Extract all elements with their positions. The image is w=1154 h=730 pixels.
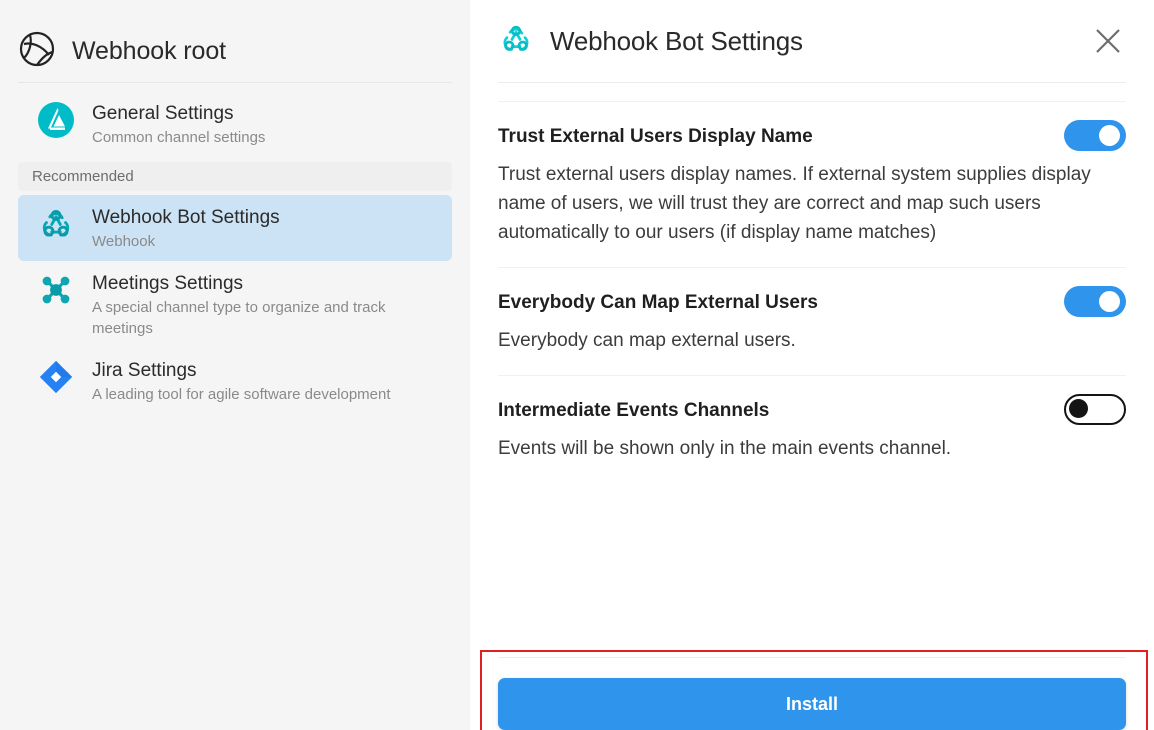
sidebar-item-desc: A leading tool for agile software develo… — [92, 386, 391, 403]
sidebar-header: Webhook root — [0, 0, 470, 82]
panel-footer: Install — [470, 657, 1154, 730]
setting-title: Trust External Users Display Name — [498, 126, 813, 147]
webhook-icon — [36, 204, 76, 244]
setting-title: Everybody Can Map External Users — [498, 292, 818, 313]
meetings-icon — [36, 270, 76, 310]
sidebar-item-label: General Settings — [92, 103, 234, 124]
setting-row: Trust External Users Display Name — [498, 120, 1126, 151]
toggle-knob — [1069, 399, 1088, 418]
sidebar-item-texts: General Settings Common channel settings — [92, 100, 265, 148]
settings-panel: Webhook Bot Settings Trust External User… — [470, 0, 1154, 730]
sidebar-item-texts: Meetings Settings A special channel type… — [92, 270, 422, 339]
sidebar-item-desc: Webhook — [92, 233, 156, 250]
toggle-knob — [1099, 291, 1120, 312]
page-title: Webhook root — [72, 36, 226, 65]
setting-description: Everybody can map external users. — [498, 330, 796, 351]
sidebar: Webhook root General Settings Common cha… — [0, 0, 470, 730]
sidebar-item-desc: A special channel type to organize and t… — [92, 299, 386, 337]
jira-icon — [36, 357, 76, 397]
panel-header: Webhook Bot Settings — [470, 0, 1154, 82]
toggle-knob — [1099, 125, 1120, 146]
install-button-wrap: Install — [498, 658, 1126, 730]
setting-everybody-can-map-external-users: Everybody Can Map External Users Everybo… — [498, 268, 1126, 376]
sidebar-item-jira-settings[interactable]: Jira Settings A leading tool for agile s… — [18, 348, 452, 414]
sidebar-item-desc: Common channel settings — [92, 129, 266, 146]
setting-description: Trust external users display names. If e… — [498, 164, 1091, 243]
toggle-everybody-can-map-external-users[interactable] — [1064, 286, 1126, 317]
sidebar-item-label: Webhook Bot Settings — [92, 207, 280, 228]
sidebar-item-meetings-settings[interactable]: Meetings Settings A special channel type… — [18, 261, 452, 348]
sidebar-item-label: Jira Settings — [92, 360, 197, 381]
webhook-icon — [498, 21, 534, 62]
panel-title: Webhook Bot Settings — [550, 25, 803, 56]
sidebar-list: General Settings Common channel settings… — [0, 83, 470, 414]
toggle-trust-external-users-display-name[interactable] — [1064, 120, 1126, 151]
install-button[interactable]: Install — [498, 678, 1126, 730]
sidebar-item-texts: Webhook Bot Settings Webhook — [92, 204, 280, 252]
sidebar-item-texts: Jira Settings A leading tool for agile s… — [92, 357, 391, 405]
setting-row: Everybody Can Map External Users — [498, 286, 1126, 317]
toggle-intermediate-events-channels[interactable] — [1064, 394, 1126, 425]
setting-trust-external-users-display-name: Trust External Users Display Name Trust … — [498, 102, 1126, 268]
setting-title: Intermediate Events Channels — [498, 400, 770, 421]
sidebar-item-webhook-bot-settings[interactable]: Webhook Bot Settings Webhook — [18, 195, 452, 261]
setting-description: Events will be shown only in the main ev… — [498, 438, 952, 459]
sidebar-item-label: Meetings Settings — [92, 273, 244, 294]
close-icon[interactable] — [1088, 21, 1128, 61]
globe-icon — [18, 30, 56, 73]
setting-intermediate-events-channels: Intermediate Events Channels Events will… — [498, 376, 1126, 463]
app-root: Webhook root General Settings Common cha… — [0, 0, 1154, 730]
setting-row: Intermediate Events Channels — [498, 394, 1126, 425]
sidebar-item-general-settings[interactable]: General Settings Common channel settings — [18, 91, 452, 157]
general-settings-icon — [36, 100, 76, 140]
sidebar-group-label: Recommended — [18, 162, 452, 191]
panel-body: Trust External Users Display Name Trust … — [470, 102, 1154, 657]
